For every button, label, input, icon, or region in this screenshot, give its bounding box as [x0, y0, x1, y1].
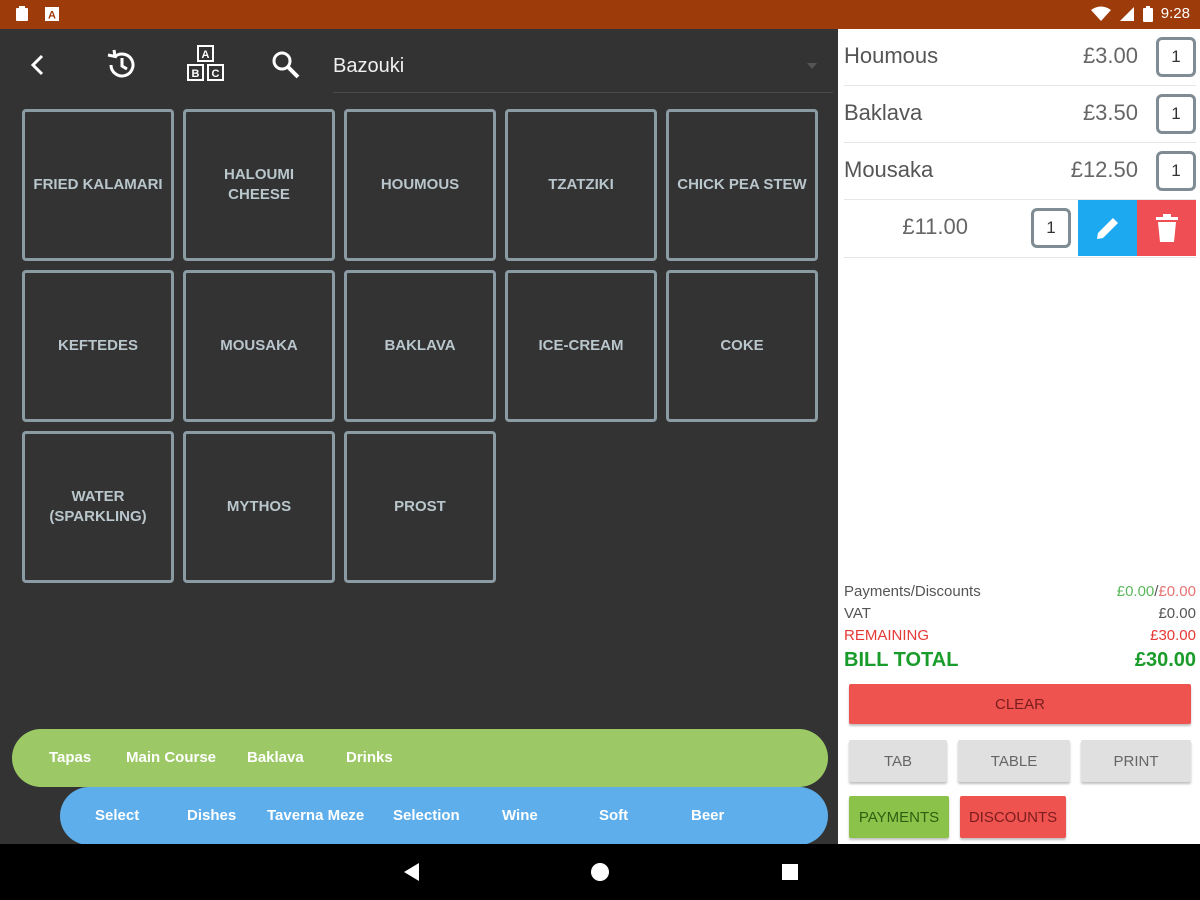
order-item[interactable]: Houmous £3.00 1 [844, 29, 1196, 86]
payments-button[interactable]: PAYMENTS [849, 796, 949, 838]
print-button[interactable]: PRINT [1081, 740, 1191, 782]
product-tile[interactable]: KEFTEDES [22, 270, 174, 422]
system-nav-bar [0, 844, 1200, 900]
tab-button[interactable]: TAB [849, 740, 947, 782]
category-baklava[interactable]: Baklava [247, 729, 304, 787]
delete-item-button[interactable] [1137, 200, 1196, 256]
discounts-button[interactable]: DISCOUNTS [960, 796, 1066, 838]
subcategory-wine[interactable]: Wine [502, 787, 538, 845]
clipboard-icon [16, 6, 28, 21]
nav-back-icon[interactable] [401, 862, 421, 882]
order-item-name: Baklava [844, 100, 923, 125]
battery-icon [1142, 5, 1153, 22]
subcategory-soft[interactable]: Soft [599, 787, 628, 845]
product-tile[interactable]: MOUSAKA [183, 270, 335, 422]
product-tile[interactable]: BAKLAVA [344, 270, 496, 422]
back-arrow-icon [30, 54, 44, 76]
subcategory-taverna-meze[interactable]: Taverna Meze [267, 787, 364, 845]
order-item-qty[interactable]: 1 [1031, 208, 1071, 248]
subcategory-beer[interactable]: Beer [691, 787, 724, 845]
order-item-name: Mousaka [844, 157, 934, 182]
subcategory-select[interactable]: Select [95, 787, 139, 845]
product-tile[interactable]: PROST [344, 431, 496, 583]
order-item-qty[interactable]: 1 [1156, 37, 1196, 77]
svg-text:A: A [202, 49, 210, 61]
product-tile[interactable]: TZATZIKI [505, 109, 657, 261]
product-tile[interactable]: FRIED KALAMARI [22, 109, 174, 261]
bill-total-value: £30.00 [1134, 649, 1196, 671]
clear-button[interactable]: CLEAR [849, 684, 1191, 724]
category-drinks[interactable]: Drinks [346, 729, 393, 787]
remaining-label: REMAINING [844, 627, 930, 644]
status-time: 9:28 [1160, 5, 1190, 22]
product-tile[interactable]: CHICK PEA STEW [666, 109, 818, 261]
back-button[interactable] [16, 43, 60, 87]
order-item[interactable]: Mousaka £12.50 1 [844, 143, 1196, 200]
subcategory-selection[interactable]: Selection [393, 787, 460, 845]
order-item-name: Houmous [844, 43, 939, 68]
order-item-price: £12.50 [1070, 157, 1138, 182]
nav-recents-icon[interactable] [780, 862, 800, 882]
wifi-icon [1090, 6, 1111, 21]
product-tile[interactable]: HOUMOUS [344, 109, 496, 261]
search-dropdown[interactable]: Bazouki [333, 47, 833, 93]
bill-total-label: BILL TOTAL [844, 649, 959, 671]
signal-icon [1119, 6, 1134, 21]
remaining-value: £30.00 [1150, 627, 1196, 644]
search-icon [272, 51, 300, 79]
order-item-qty[interactable]: 1 [1156, 151, 1196, 191]
order-item[interactable]: Baklava £3.50 1 [844, 86, 1196, 143]
svg-text:B: B [192, 68, 200, 80]
pencil-icon [1096, 218, 1118, 239]
product-tile[interactable]: HALOUMI CHEESE [183, 109, 335, 261]
status-bar: A 9:28 [0, 0, 1200, 29]
product-tile[interactable]: ICE-CREAM [505, 270, 657, 422]
category-main-course[interactable]: Main Course [126, 729, 216, 787]
order-item-qty[interactable]: 1 [1156, 94, 1196, 134]
category-bar: Tapas Main Course Baklava Drinks [12, 729, 828, 787]
product-tile[interactable]: WATER (SPARKLING) [22, 431, 174, 583]
order-pane: Houmous £3.00 1 Baklava £3.50 1 Mousaka … [838, 29, 1200, 844]
payments-discounts-label: Payments/Discounts [844, 583, 981, 600]
vat-label: VAT [844, 605, 871, 622]
subcategory-bar: Select Dishes Taverna Meze Selection Win… [60, 787, 828, 845]
search-dropdown-value: Bazouki [333, 55, 405, 77]
product-tile[interactable]: MYTHOS [183, 431, 335, 583]
alphabetical-button[interactable]: A B C [184, 43, 228, 87]
toolbar: A B C Bazouki [0, 29, 838, 99]
svg-text:C: C [212, 68, 220, 80]
history-button[interactable] [100, 43, 144, 87]
subcategory-dishes[interactable]: Dishes [187, 787, 236, 845]
dropdown-caret-icon [807, 63, 817, 69]
nav-home-icon[interactable] [590, 862, 610, 882]
trash-icon [1155, 214, 1178, 242]
payments-discounts-value: £0.00/£0.00 [1116, 583, 1196, 600]
order-item-price: £3.50 [1082, 100, 1138, 125]
history-icon [107, 49, 135, 78]
order-item-price: £11.00 [902, 214, 968, 239]
search-button[interactable] [264, 43, 308, 87]
category-tapas[interactable]: Tapas [49, 729, 91, 787]
edit-item-button[interactable] [1078, 200, 1137, 256]
app-a-icon: A [45, 7, 59, 22]
table-button[interactable]: TABLE [958, 740, 1070, 782]
vat-value: £0.00 [1158, 605, 1196, 622]
abc-blocks-icon: A B C [187, 45, 224, 81]
svg-text:A: A [48, 10, 56, 22]
product-tile[interactable]: COKE [666, 270, 818, 422]
product-pane: A B C Bazouki FRIED KALAMARI HALOUMI CHE… [0, 29, 838, 845]
order-item-price: £3.00 [1082, 43, 1138, 68]
